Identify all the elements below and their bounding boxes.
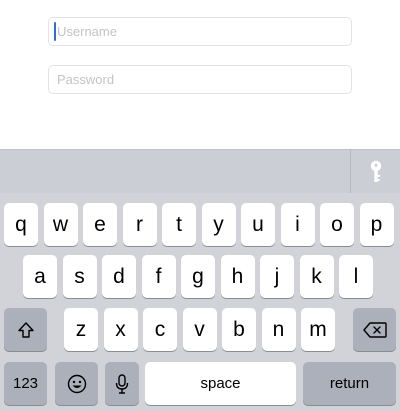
key-o[interactable]: o	[320, 203, 354, 246]
emoji-icon	[67, 374, 86, 393]
delete-key[interactable]	[353, 308, 396, 351]
key-q[interactable]: q	[4, 203, 38, 246]
key-z[interactable]: z	[64, 308, 98, 351]
shift-icon	[17, 321, 34, 338]
emoji-key[interactable]	[55, 362, 98, 405]
keyboard: qwertyuiop asdfghjkl zxcvbnm 123 space r…	[0, 193, 400, 411]
key-d[interactable]: d	[102, 255, 136, 298]
key-n[interactable]: n	[261, 308, 296, 351]
username-field[interactable]	[48, 17, 352, 46]
key-i[interactable]: i	[280, 203, 315, 246]
shift-key[interactable]	[4, 308, 47, 351]
dictation-key[interactable]	[105, 362, 139, 405]
key-u[interactable]: u	[241, 203, 275, 246]
password-field[interactable]	[48, 65, 352, 94]
numbers-key[interactable]: 123	[4, 362, 47, 405]
key-x[interactable]: x	[103, 308, 138, 351]
key-k[interactable]: k	[299, 255, 334, 298]
key-j[interactable]: j	[260, 255, 294, 298]
key-h[interactable]: h	[220, 255, 255, 298]
username-input[interactable]	[49, 18, 351, 45]
key-s[interactable]: s	[62, 255, 97, 298]
key-v[interactable]: v	[182, 308, 217, 351]
key-l[interactable]: l	[339, 255, 373, 298]
key-g[interactable]: g	[181, 255, 215, 298]
password-input[interactable]	[49, 66, 351, 93]
key-r[interactable]: r	[122, 203, 157, 246]
key-w[interactable]: w	[43, 203, 78, 246]
key-a[interactable]: a	[23, 255, 57, 298]
key-f[interactable]: f	[141, 255, 176, 298]
key-t[interactable]: t	[162, 203, 196, 246]
return-key[interactable]: return	[303, 362, 396, 405]
space-key[interactable]: space	[145, 362, 296, 405]
key-c[interactable]: c	[143, 308, 177, 351]
key-e[interactable]: e	[83, 203, 117, 246]
password-autofill-button[interactable]	[351, 150, 400, 194]
key-y[interactable]: y	[201, 203, 236, 246]
key-icon	[370, 160, 381, 182]
microphone-icon	[115, 373, 129, 394]
text-cursor	[54, 22, 56, 41]
key-m[interactable]: m	[301, 308, 335, 351]
backspace-icon	[362, 321, 387, 338]
key-b[interactable]: b	[222, 308, 256, 351]
keyboard-accessory-bar	[0, 149, 400, 194]
key-p[interactable]: p	[359, 203, 394, 246]
